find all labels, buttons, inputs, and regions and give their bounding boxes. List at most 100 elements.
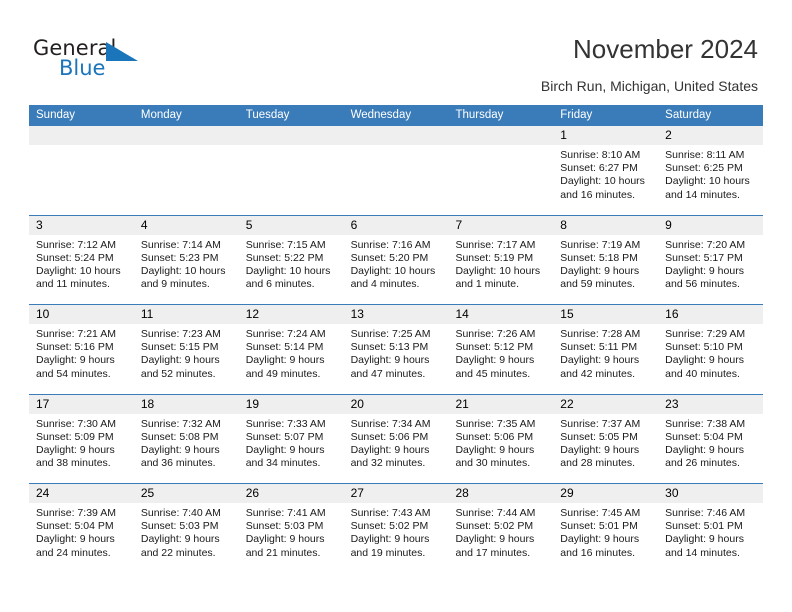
- day-number-band: 30: [658, 484, 764, 503]
- calendar-day-cell[interactable]: 16 Sunrise: 7:29 AM Sunset: 5:10 PM Dayligh…: [658, 305, 764, 394]
- daylight-text: Daylight: 10 hours and 1 minute.: [455, 264, 541, 291]
- calendar-day-cell[interactable]: 18 Sunrise: 7:32 AM Sunset: 5:08 PM Dayligh…: [133, 394, 239, 483]
- sunrise-text: Sunrise: 7:32 AM: [140, 417, 221, 430]
- day-sun-info: Sunrise: 7:41 AM Sunset: 5:03 PM Daylight:…: [239, 503, 344, 560]
- day-sun-info: Sunrise: 7:35 AM Sunset: 5:06 PM Daylight:…: [448, 414, 553, 471]
- daylight-text: Daylight: 9 hours and 38 minutes.: [36, 443, 115, 470]
- calendar-day-cell[interactable]: 10 Sunrise: 7:21 AM Sunset: 5:16 PM Dayligh…: [29, 305, 134, 394]
- day-number: 18: [140, 396, 155, 411]
- page-header: General Blue November 2024 Birch Run, Mi…: [0, 0, 792, 100]
- calendar-day-cell[interactable]: 21 Sunrise: 7:35 AM Sunset: 5:06 PM Dayligh…: [448, 394, 554, 483]
- calendar-day-cell[interactable]: 6 Sunrise: 7:16 AM Sunset: 5:20 PM Daylight…: [343, 215, 449, 304]
- daylight-text: Daylight: 9 hours and 59 minutes.: [560, 264, 640, 291]
- day-number-band: 8: [553, 215, 659, 235]
- calendar-day-cell[interactable]: 29 Sunrise: 7:45 AM Sunset: 5:01 PM Dayligh…: [553, 484, 659, 574]
- day-number: 12: [245, 307, 260, 321]
- day-number: 7: [455, 217, 463, 232]
- weekday-header-saturday: Saturday: [665, 109, 712, 121]
- calendar-day-cell[interactable]: 1 Sunrise: 8:10 AM Sunset: 6:27 PM Daylight…: [553, 126, 659, 215]
- day-number-band: 5: [238, 215, 344, 235]
- day-sun-info: Sunrise: 7:37 AM Sunset: 5:05 PM Daylight:…: [553, 414, 658, 471]
- day-number: 21: [455, 396, 469, 411]
- sunset-text: Sunset: 5:01 PM: [560, 520, 638, 533]
- sunset-text: Sunset: 5:13 PM: [350, 341, 429, 354]
- day-sun-info: Sunrise: 7:25 AM Sunset: 5:13 PM Daylight:…: [344, 324, 449, 381]
- sunrise-text: Sunrise: 7:34 AM: [350, 417, 431, 430]
- day-sun-info: Sunrise: 7:17 AM Sunset: 5:19 PM Daylight:…: [448, 235, 553, 292]
- day-number: 30: [665, 486, 679, 500]
- sunset-text: Sunset: 5:11 PM: [560, 341, 638, 354]
- calendar-day-cell[interactable]: 25 Sunrise: 7:40 AM Sunset: 5:03 PM Dayligh…: [133, 484, 239, 574]
- calendar-day-cell[interactable]: 11 Sunrise: 7:23 AM Sunset: 5:15 PM Dayligh…: [133, 305, 239, 394]
- calendar-day-cell-empty: [448, 126, 554, 215]
- calendar-day-cell[interactable]: 9 Sunrise: 7:20 AM Sunset: 5:17 PM Daylight…: [658, 215, 764, 304]
- day-number-band: 23: [658, 394, 764, 414]
- day-sun-info: Sunrise: 7:16 AM Sunset: 5:20 PM Daylight:…: [344, 235, 449, 292]
- day-number: 28: [455, 486, 469, 500]
- calendar-day-cell[interactable]: 22 Sunrise: 7:37 AM Sunset: 5:05 PM Dayligh…: [553, 394, 659, 483]
- sunset-text: Sunset: 5:19 PM: [455, 251, 534, 264]
- sunrise-text: Sunrise: 8:10 AM: [560, 149, 641, 161]
- sunset-text: Sunset: 5:04 PM: [36, 520, 114, 533]
- weekday-header-thursday: Thursday: [455, 109, 504, 121]
- daylight-text: Daylight: 10 hours and 6 minutes.: [245, 264, 331, 291]
- daylight-text: Daylight: 10 hours and 9 minutes.: [140, 264, 226, 291]
- calendar-day-cell[interactable]: 14 Sunrise: 7:26 AM Sunset: 5:12 PM Dayligh…: [448, 305, 554, 394]
- sunset-text: Sunset: 6:25 PM: [665, 162, 743, 175]
- sunset-text: Sunset: 5:02 PM: [350, 520, 429, 533]
- day-number: 29: [560, 486, 574, 500]
- daylight-text: Daylight: 9 hours and 47 minutes.: [350, 354, 430, 380]
- day-number-band: 24: [29, 484, 134, 503]
- day-number-band: 25: [133, 484, 239, 503]
- calendar-day-cell[interactable]: 27 Sunrise: 7:43 AM Sunset: 5:02 PM Dayligh…: [343, 484, 449, 574]
- day-number-band: [29, 126, 134, 145]
- day-sun-info: Sunrise: 7:12 AM Sunset: 5:24 PM Daylight:…: [29, 235, 134, 292]
- sunset-text: Sunset: 5:17 PM: [665, 251, 743, 264]
- day-number: 23: [665, 396, 679, 411]
- calendar-day-cell[interactable]: 15 Sunrise: 7:28 AM Sunset: 5:11 PM Dayligh…: [553, 305, 659, 394]
- calendar-day-cell[interactable]: 12 Sunrise: 7:24 AM Sunset: 5:14 PM Dayligh…: [238, 305, 344, 394]
- calendar-day-cell[interactable]: 19 Sunrise: 7:33 AM Sunset: 5:07 PM Dayligh…: [238, 394, 344, 483]
- calendar-day-cell[interactable]: 3 Sunrise: 7:12 AM Sunset: 5:24 PM Daylight…: [29, 215, 134, 304]
- day-sun-info: Sunrise: 7:28 AM Sunset: 5:11 PM Daylight:…: [553, 324, 658, 381]
- day-number-band: 20: [343, 394, 449, 414]
- calendar-day-cell[interactable]: 5 Sunrise: 7:15 AM Sunset: 5:22 PM Daylight…: [238, 215, 344, 304]
- calendar-day-cell[interactable]: 20 Sunrise: 7:34 AM Sunset: 5:06 PM Dayligh…: [343, 394, 449, 483]
- daylight-text: Daylight: 9 hours and 19 minutes.: [350, 533, 430, 559]
- logo-triangle-icon: [106, 42, 138, 61]
- day-sun-info: Sunrise: 7:29 AM Sunset: 5:10 PM Daylight:…: [658, 324, 763, 381]
- calendar-week-row: 10 Sunrise: 7:21 AM Sunset: 5:16 PM Dayligh…: [29, 305, 764, 395]
- sunset-text: Sunset: 5:18 PM: [560, 251, 638, 264]
- day-sun-info: Sunrise: 7:14 AM Sunset: 5:23 PM Daylight:…: [134, 235, 239, 292]
- calendar-day-cell[interactable]: 26 Sunrise: 7:41 AM Sunset: 5:03 PM Dayligh…: [238, 484, 344, 574]
- calendar-day-cell[interactable]: 24 Sunrise: 7:39 AM Sunset: 5:04 PM Dayligh…: [29, 484, 134, 574]
- day-number: 27: [350, 486, 364, 500]
- daylight-text: Daylight: 9 hours and 14 minutes.: [665, 533, 744, 559]
- day-number: 10: [36, 307, 50, 321]
- calendar-day-cell-empty: [133, 126, 239, 215]
- day-sun-info: Sunrise: 7:23 AM Sunset: 5:15 PM Daylight:…: [134, 324, 239, 381]
- daylight-text: Daylight: 9 hours and 26 minutes.: [665, 443, 744, 470]
- calendar-day-cell[interactable]: 13 Sunrise: 7:25 AM Sunset: 5:13 PM Dayligh…: [343, 305, 449, 394]
- calendar-day-cell[interactable]: 2 Sunrise: 8:11 AM Sunset: 6:25 PM Daylight…: [658, 126, 764, 215]
- calendar-day-cell[interactable]: 8 Sunrise: 7:19 AM Sunset: 5:18 PM Daylight…: [553, 215, 659, 304]
- sunset-text: Sunset: 5:06 PM: [350, 430, 429, 443]
- sunrise-text: Sunrise: 7:20 AM: [665, 238, 746, 251]
- daylight-text: Daylight: 10 hours and 16 minutes.: [560, 175, 645, 201]
- day-number-band: [238, 126, 344, 145]
- calendar-day-cell[interactable]: 17 Sunrise: 7:30 AM Sunset: 5:09 PM Dayligh…: [29, 394, 134, 483]
- sunrise-text: Sunrise: 7:25 AM: [350, 328, 431, 340]
- calendar-day-cell[interactable]: 7 Sunrise: 7:17 AM Sunset: 5:19 PM Daylight…: [448, 215, 554, 304]
- calendar-day-cell[interactable]: 4 Sunrise: 7:14 AM Sunset: 5:23 PM Daylight…: [133, 215, 239, 304]
- sunset-text: Sunset: 5:16 PM: [36, 341, 114, 354]
- sunset-text: Sunset: 5:08 PM: [140, 430, 219, 443]
- day-number-band: 16: [658, 305, 764, 324]
- calendar-day-cell[interactable]: 28 Sunrise: 7:44 AM Sunset: 5:02 PM Dayligh…: [448, 484, 554, 574]
- calendar-day-cell[interactable]: 23 Sunrise: 7:38 AM Sunset: 5:04 PM Dayligh…: [658, 394, 764, 483]
- day-number-band: [343, 126, 449, 145]
- calendar-day-cell[interactable]: 30 Sunrise: 7:46 AM Sunset: 5:01 PM Dayligh…: [658, 484, 764, 574]
- day-number-band: 3: [29, 215, 134, 235]
- calendar-weekday-header: Sunday Monday Tuesday Wednesday Thursday Frid…: [29, 105, 763, 126]
- weekday-header-wednesday: Wednesday: [350, 109, 412, 121]
- day-number-band: 11: [133, 305, 239, 324]
